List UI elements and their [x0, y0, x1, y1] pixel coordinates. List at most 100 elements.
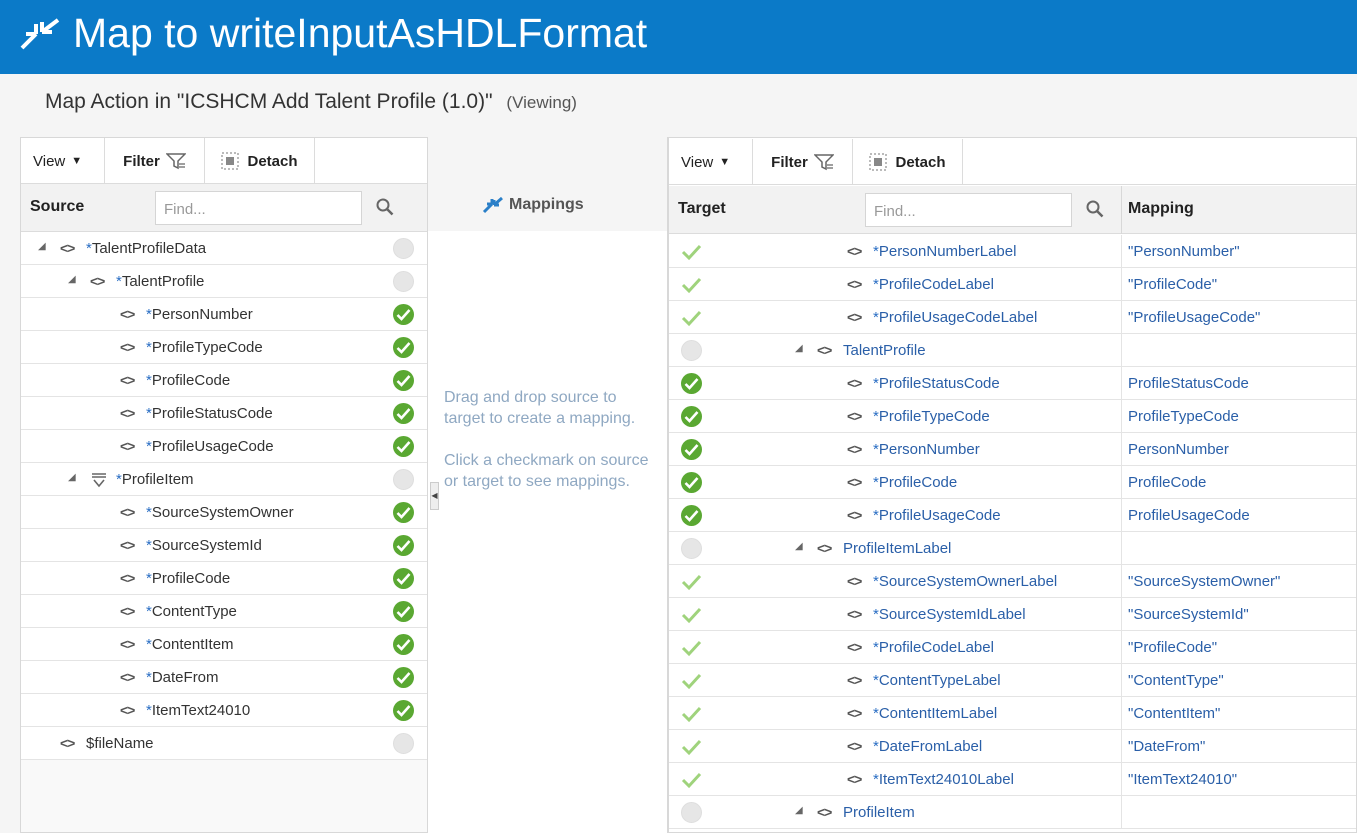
mapping-cell[interactable]: "ContentType" [1121, 664, 1356, 697]
literal-mapped-check-icon[interactable] [681, 604, 702, 625]
mapping-cell[interactable]: ProfileUsageCode [1121, 499, 1356, 532]
target-view-menu[interactable]: View ▼ [669, 139, 753, 185]
mapped-check-icon[interactable] [393, 535, 414, 556]
mapping-cell[interactable]: PersonNumber [1121, 433, 1356, 466]
mapping-cell[interactable]: ProfileCode [1121, 466, 1356, 499]
mapped-check-icon[interactable] [393, 436, 414, 457]
mapped-check-icon[interactable] [393, 502, 414, 523]
tree-row[interactable]: <> *ProfileTypeCode ProfileTypeCode [669, 400, 1356, 433]
expand-toggle-icon[interactable]: ◢ [795, 805, 803, 816]
tree-row[interactable]: <> *SourceSystemIdLabel "SourceSystemId" [669, 598, 1356, 631]
source-view-menu[interactable]: View ▼ [21, 138, 105, 184]
tree-row[interactable]: <> *ContentType [21, 595, 427, 628]
tree-row[interactable]: ◢ *ProfileItem [21, 463, 427, 496]
mapped-check-icon[interactable] [393, 403, 414, 424]
tree-row[interactable]: ◢ <> *TalentProfile [21, 265, 427, 298]
tree-row[interactable]: <> *ContentItem [21, 628, 427, 661]
literal-mapped-check-icon[interactable] [681, 571, 702, 592]
mapping-cell[interactable]: "DateFrom" [1121, 730, 1356, 763]
unmapped-status-icon[interactable] [681, 802, 702, 823]
mapped-check-icon[interactable] [393, 601, 414, 622]
collapse-handle[interactable]: ◀ [430, 482, 439, 510]
mapped-check-icon[interactable] [681, 373, 702, 394]
tree-row[interactable]: <> *PersonNumberLabel "PersonNumber" [669, 235, 1356, 268]
tree-row[interactable]: <> *SourceSystemOwner [21, 496, 427, 529]
mapped-check-icon[interactable] [393, 700, 414, 721]
mapped-check-icon[interactable] [681, 505, 702, 526]
tree-row[interactable]: <> *DateFrom [21, 661, 427, 694]
expand-toggle-icon[interactable]: ◢ [38, 241, 46, 252]
tree-row[interactable]: ◢ <> TalentProfile [669, 334, 1356, 367]
literal-mapped-check-icon[interactable] [681, 307, 702, 328]
mapping-cell[interactable] [1121, 532, 1356, 565]
search-icon[interactable] [1086, 200, 1104, 218]
expand-toggle-icon[interactable]: ◢ [68, 472, 76, 483]
tree-row[interactable]: <> *SourceSystemOwnerLabel "SourceSystemOw… [669, 565, 1356, 598]
unmapped-status-icon[interactable] [681, 340, 702, 361]
source-search-input[interactable]: Find... [155, 191, 362, 225]
tree-row[interactable]: <> *ProfileCodeLabel "ProfileCode" [669, 631, 1356, 664]
unmapped-status-icon[interactable] [393, 271, 414, 292]
literal-mapped-check-icon[interactable] [681, 241, 702, 262]
mapped-check-icon[interactable] [393, 667, 414, 688]
tree-row[interactable]: <> *ProfileTypeCode [21, 331, 427, 364]
mapping-cell[interactable]: "ProfileCode" [1121, 631, 1356, 664]
tree-row[interactable]: <> *ProfileCode ProfileCode [669, 466, 1356, 499]
mapping-cell[interactable] [1121, 796, 1356, 829]
literal-mapped-check-icon[interactable] [681, 637, 702, 658]
tree-row[interactable]: <> *ProfileUsageCode [21, 430, 427, 463]
mapped-check-icon[interactable] [393, 370, 414, 391]
tree-row[interactable]: ◢ <> *TalentProfileData [21, 232, 427, 265]
source-filter-button[interactable]: Filter [105, 138, 205, 184]
unmapped-status-icon[interactable] [393, 238, 414, 259]
tree-row[interactable]: <> *SourceSystemId [21, 529, 427, 562]
tree-row[interactable]: <> *ProfileStatusCode ProfileStatusCode [669, 367, 1356, 400]
mapped-check-icon[interactable] [393, 337, 414, 358]
expand-toggle-icon[interactable]: ◢ [68, 274, 76, 285]
source-detach-button[interactable]: Detach [205, 138, 315, 184]
expand-toggle-icon[interactable]: ◢ [795, 343, 803, 354]
tree-row[interactable]: ◢ <> ProfileItem [669, 796, 1356, 829]
literal-mapped-check-icon[interactable] [681, 769, 702, 790]
tree-row[interactable]: <> *ProfileUsageCodeLabel "ProfileUsageCod… [669, 301, 1356, 334]
mapping-cell[interactable]: "PersonNumber" [1121, 235, 1356, 268]
mapping-cell[interactable]: ProfileStatusCode [1121, 367, 1356, 400]
mapped-check-icon[interactable] [681, 406, 702, 427]
mapping-cell[interactable]: "ProfileCode" [1121, 268, 1356, 301]
mapping-cell[interactable]: "SourceSystemOwner" [1121, 565, 1356, 598]
tree-row[interactable]: <> *ProfileCode [21, 562, 427, 595]
mapping-cell[interactable]: "SourceSystemId" [1121, 598, 1356, 631]
mapping-cell[interactable]: ProfileTypeCode [1121, 400, 1356, 433]
mapped-check-icon[interactable] [393, 304, 414, 325]
tree-row[interactable]: <> *DateFromLabel "DateFrom" [669, 730, 1356, 763]
tree-row[interactable]: <> *ContentTypeLabel "ContentType" [669, 664, 1356, 697]
unmapped-status-icon[interactable] [681, 538, 702, 559]
literal-mapped-check-icon[interactable] [681, 736, 702, 757]
tree-row[interactable]: <> *PersonNumber [21, 298, 427, 331]
tree-row[interactable]: <> *ProfileStatusCode [21, 397, 427, 430]
mapped-check-icon[interactable] [393, 634, 414, 655]
mapping-cell[interactable]: "ContentItem" [1121, 697, 1356, 730]
target-detach-button[interactable]: Detach [853, 139, 963, 185]
mapping-cell[interactable]: "ItemText24010" [1121, 763, 1356, 796]
mapped-check-icon[interactable] [681, 439, 702, 460]
expand-toggle-icon[interactable]: ◢ [795, 541, 803, 552]
mapped-check-icon[interactable] [393, 568, 414, 589]
target-filter-button[interactable]: Filter [753, 139, 853, 185]
tree-row[interactable]: ◢ <> ProfileItemLabel [669, 532, 1356, 565]
literal-mapped-check-icon[interactable] [681, 703, 702, 724]
literal-mapped-check-icon[interactable] [681, 670, 702, 691]
tree-row[interactable]: <> *ItemText24010Label "ItemText24010" [669, 763, 1356, 796]
tree-row[interactable]: <> *ProfileCode [21, 364, 427, 397]
mapping-cell[interactable]: "ProfileUsageCode" [1121, 301, 1356, 334]
target-search-input[interactable]: Find... [865, 193, 1072, 227]
search-icon[interactable] [376, 198, 394, 216]
unmapped-status-icon[interactable] [393, 469, 414, 490]
tree-row[interactable]: <> $fileName [21, 727, 427, 760]
unmapped-status-icon[interactable] [393, 733, 414, 754]
tree-row[interactable]: <> *ContentItemLabel "ContentItem" [669, 697, 1356, 730]
tree-row[interactable]: <> *ItemText24010 [21, 694, 427, 727]
tree-row[interactable]: <> *PersonNumber PersonNumber [669, 433, 1356, 466]
mapping-cell[interactable] [1121, 334, 1356, 367]
mapped-check-icon[interactable] [681, 472, 702, 493]
